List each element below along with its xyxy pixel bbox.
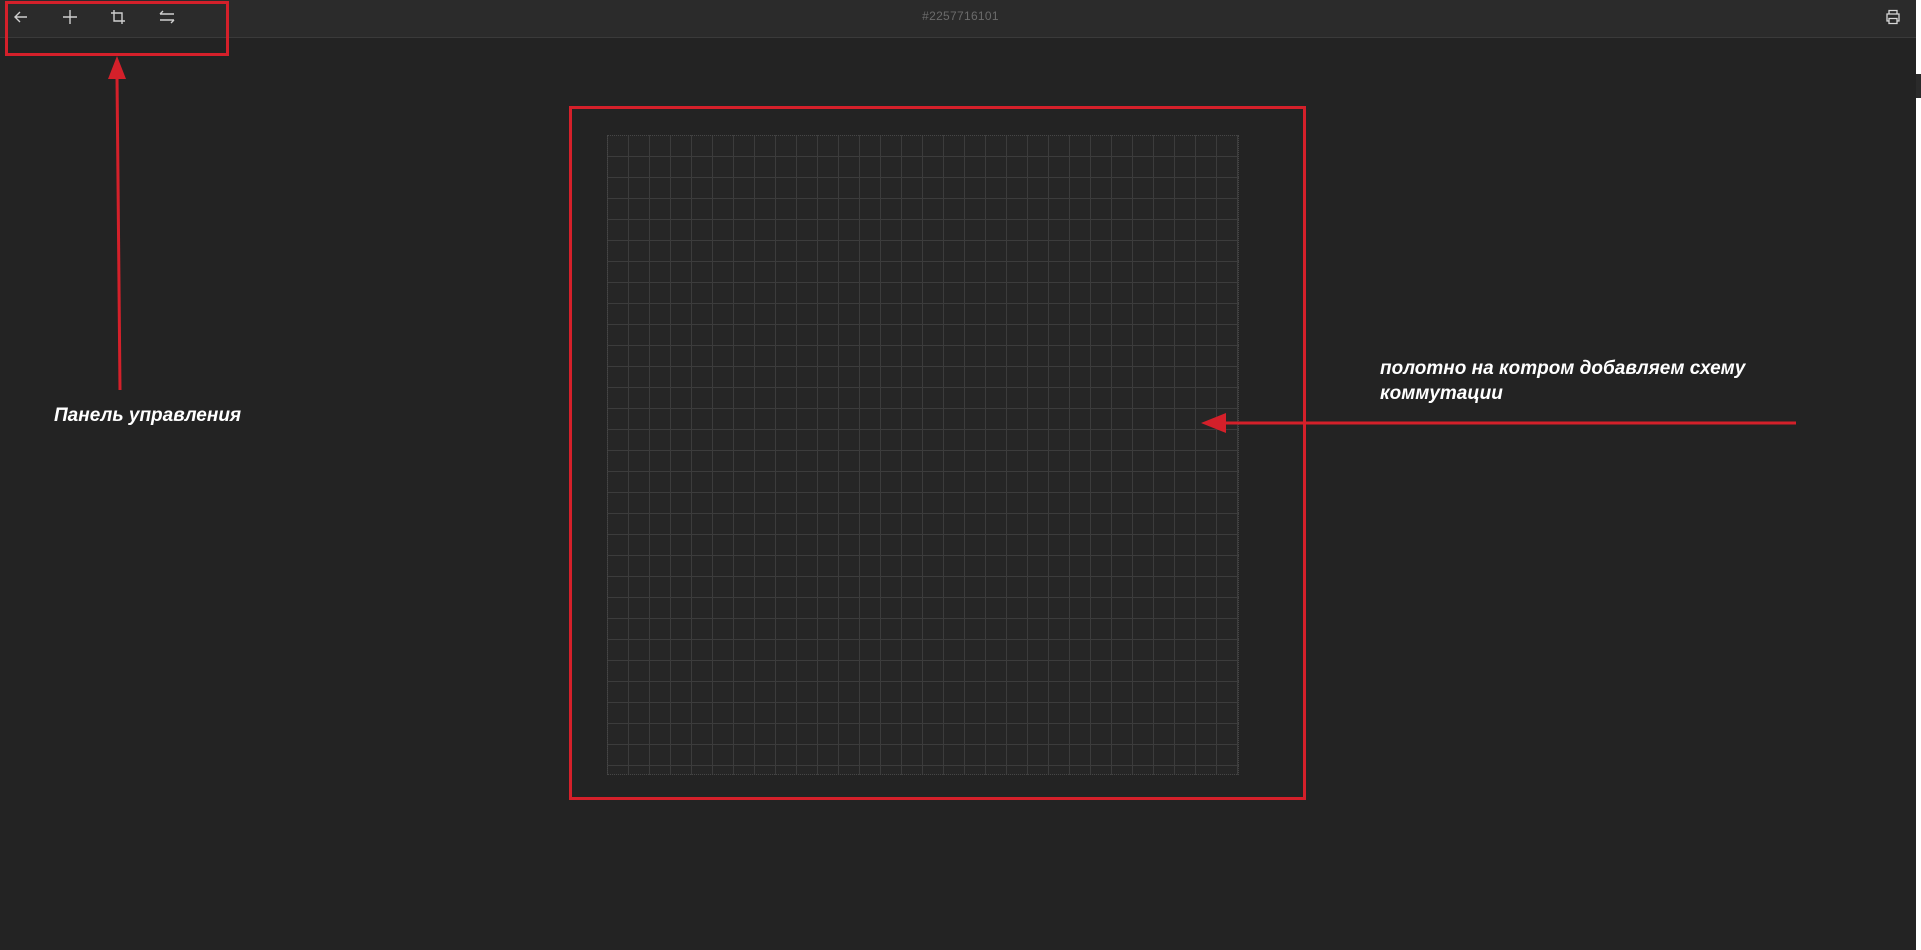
- app-window: #2257716101 Панель управления полотно на…: [0, 0, 1921, 950]
- top-toolbar: #2257716101: [0, 0, 1916, 38]
- canvas-highlight: [569, 106, 1306, 800]
- document-id: #2257716101: [922, 9, 999, 23]
- scrollbar[interactable]: [1916, 0, 1921, 950]
- printer-icon: [1886, 9, 1900, 25]
- canvas-label: полотно на котром добавляем схему коммут…: [1380, 358, 1746, 404]
- control-panel-highlight: [5, 1, 229, 56]
- scrollbar-thumb[interactable]: [1916, 74, 1921, 98]
- arrow-to-control-panel: [108, 56, 126, 391]
- control-panel-label: Панель управления: [54, 405, 242, 426]
- print-button[interactable]: [1878, 4, 1908, 30]
